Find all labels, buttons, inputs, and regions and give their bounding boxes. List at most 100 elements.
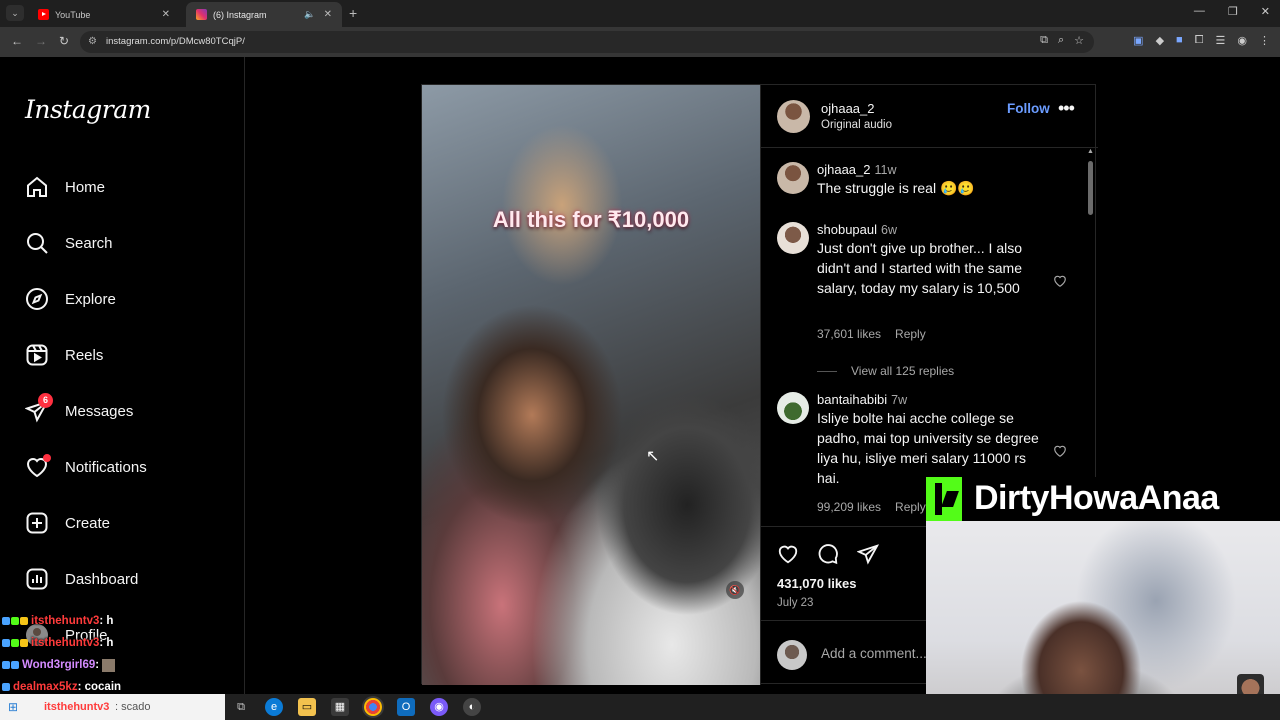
heart-icon	[25, 454, 51, 479]
comment-username[interactable]: shobupaul	[817, 222, 877, 237]
comment-likes[interactable]: 99,209 likes	[817, 500, 881, 514]
like-heart-icon[interactable]	[777, 543, 799, 565]
share-icon[interactable]	[857, 543, 879, 565]
messenger-icon: 6	[24, 393, 53, 423]
translate-extension-icon[interactable]: ▣	[1133, 34, 1143, 47]
author-avatar[interactable]	[777, 100, 810, 133]
compass-icon	[25, 287, 49, 311]
comment-username[interactable]: bantaihabibi	[817, 392, 887, 407]
like-count[interactable]: 431,070 likes	[777, 576, 857, 591]
badge-icon	[11, 617, 19, 625]
chat-username: dealmax5kz	[13, 681, 78, 693]
extensions-area: ▣ ◆ ■ ⧠ ☰ ◉ ⋮	[1133, 34, 1270, 47]
tab-search-button[interactable]: ⌄	[6, 5, 24, 21]
like-comment-heart-icon[interactable]	[1053, 444, 1067, 458]
new-tab-button[interactable]: +	[349, 5, 357, 21]
comment-bubble-icon[interactable]	[817, 543, 839, 565]
like-comment-heart-icon[interactable]	[1053, 274, 1067, 288]
scroll-up-icon[interactable]: ▲	[1087, 148, 1094, 155]
install-app-icon[interactable]: ⧉	[1040, 34, 1048, 47]
chat-message: itsthehuntv3: h	[2, 635, 113, 651]
replies-divider	[817, 370, 837, 372]
audio-link[interactable]: Original audio	[821, 119, 892, 131]
commenter-avatar[interactable]	[777, 392, 809, 424]
comment-meta: 99,209 likes Reply	[817, 500, 940, 514]
site-info-icon[interactable]: ⚙	[88, 31, 97, 53]
tab-instagram[interactable]: (6) Instagram 🔈 ✕	[186, 2, 342, 27]
comment-username[interactable]: ojhaaa_2	[817, 162, 871, 177]
obs-icon[interactable]: ◐	[463, 698, 481, 716]
more-options-icon[interactable]: •••	[1058, 98, 1075, 119]
video-caption-text: All this for ₹10,000	[492, 207, 690, 232]
task-view-icon[interactable]: ⧉	[232, 698, 250, 716]
reading-list-icon[interactable]: ☰	[1216, 34, 1226, 47]
sidebar-item-dashboard[interactable]: Dashboard	[25, 565, 138, 593]
add-comment-input[interactable]: Add a comment...	[821, 646, 927, 661]
comments-list[interactable]: ojhaaa_2 11w The struggle is real 🥲🥲 shob…	[761, 148, 1098, 526]
menu-kebab-icon[interactable]: ⋮	[1259, 34, 1270, 47]
restore-icon[interactable]: ❐	[1228, 5, 1238, 18]
taskbar-search-box[interactable]: ⊞ itsthehuntv3 : scado	[0, 694, 225, 720]
commenter-avatar[interactable]	[777, 222, 809, 254]
tab-youtube[interactable]: YouTube ✕	[28, 2, 180, 27]
sidebar-item-create[interactable]: Create	[25, 509, 110, 537]
reply-button[interactable]: Reply	[895, 500, 926, 514]
app-icon[interactable]: ◉	[430, 698, 448, 716]
chrome-icon[interactable]	[364, 698, 382, 716]
address-bar[interactable]: ⚙ instagram.com/p/DMcw80TCqjP/	[80, 31, 1094, 53]
close-tab-icon[interactable]: ✕	[162, 9, 170, 20]
back-arrow-icon[interactable]: ←	[11, 34, 23, 48]
zoom-icon[interactable]: ⌕	[1058, 34, 1064, 47]
chat-badges	[2, 617, 28, 625]
chat-badges	[2, 639, 28, 647]
commenter-avatar[interactable]	[777, 162, 809, 194]
bookmark-star-icon[interactable]: ☆	[1074, 34, 1084, 47]
scrollbar-thumb[interactable]	[1088, 161, 1093, 215]
speaker-icon[interactable]: 🔈	[304, 9, 315, 20]
comment-header: ojhaaa_2 11w	[817, 162, 897, 177]
sidebar-item-search[interactable]: Search	[25, 229, 113, 257]
extension-square-icon[interactable]: ■	[1176, 34, 1183, 47]
reload-icon[interactable]: ↻	[59, 34, 69, 48]
puzzle-icon[interactable]: ⧠	[1195, 34, 1204, 47]
sidebar-item-explore[interactable]: Explore	[25, 285, 116, 313]
badge-icon	[20, 639, 28, 647]
sidebar-item-home[interactable]: Home	[25, 173, 105, 201]
follow-button[interactable]: Follow	[1007, 101, 1050, 116]
comment-text: The struggle is real 🥲🥲	[817, 180, 975, 196]
sidebar-item-notifications[interactable]: Notifications	[25, 453, 147, 481]
url-text: instagram.com/p/DMcw80TCqjP/	[106, 36, 245, 47]
sidebar-item-reels[interactable]: Reels	[25, 341, 103, 369]
sidebar-item-label: Dashboard	[65, 570, 139, 588]
author-username[interactable]: ojhaaa_2	[821, 101, 875, 116]
sidebar-item-messages[interactable]: 6 Messages	[24, 393, 134, 425]
comment-likes[interactable]: 37,601 likes	[817, 327, 881, 341]
instagram-logo[interactable]: Instagram	[25, 95, 151, 124]
close-window-icon[interactable]: ✕	[1261, 5, 1270, 18]
chat-badges	[2, 661, 19, 669]
profile-icon[interactable]: ◉	[1237, 34, 1247, 47]
tab-title: (6) Instagram	[213, 9, 267, 20]
outlook-icon[interactable]: O	[397, 698, 415, 716]
view-replies-button[interactable]: View all 125 replies	[817, 364, 954, 378]
windows-start-icon[interactable]: ⊞	[8, 700, 18, 714]
mute-icon[interactable]: 🔇	[726, 581, 744, 599]
sidebar-item-label: Messages	[65, 402, 134, 420]
chat-username: Wond3rgirl69	[22, 659, 96, 671]
post-video[interactable]: All this for ₹10,000 🔇	[422, 85, 760, 685]
badge-icon	[2, 639, 10, 647]
reply-button[interactable]: Reply	[895, 327, 926, 341]
chat-username: itsthehuntv3	[31, 615, 100, 627]
store-icon[interactable]: ▦	[331, 698, 349, 716]
edge-browser-icon[interactable]: e	[265, 698, 283, 716]
file-explorer-icon[interactable]: ▭	[298, 698, 316, 716]
comment-header: shobupaul 6w	[817, 222, 897, 237]
plus-square-icon	[25, 511, 49, 535]
forward-arrow-icon[interactable]: →	[35, 34, 47, 48]
close-tab-icon[interactable]: ✕	[324, 9, 332, 20]
extension-diamond-icon[interactable]: ◆	[1156, 34, 1164, 47]
minimize-icon[interactable]: —	[1194, 5, 1205, 18]
kick-logo-icon	[926, 477, 962, 521]
comments-scrollbar[interactable]: ▲	[1086, 148, 1095, 526]
comment-header: bantaihabibi 7w	[817, 392, 907, 407]
